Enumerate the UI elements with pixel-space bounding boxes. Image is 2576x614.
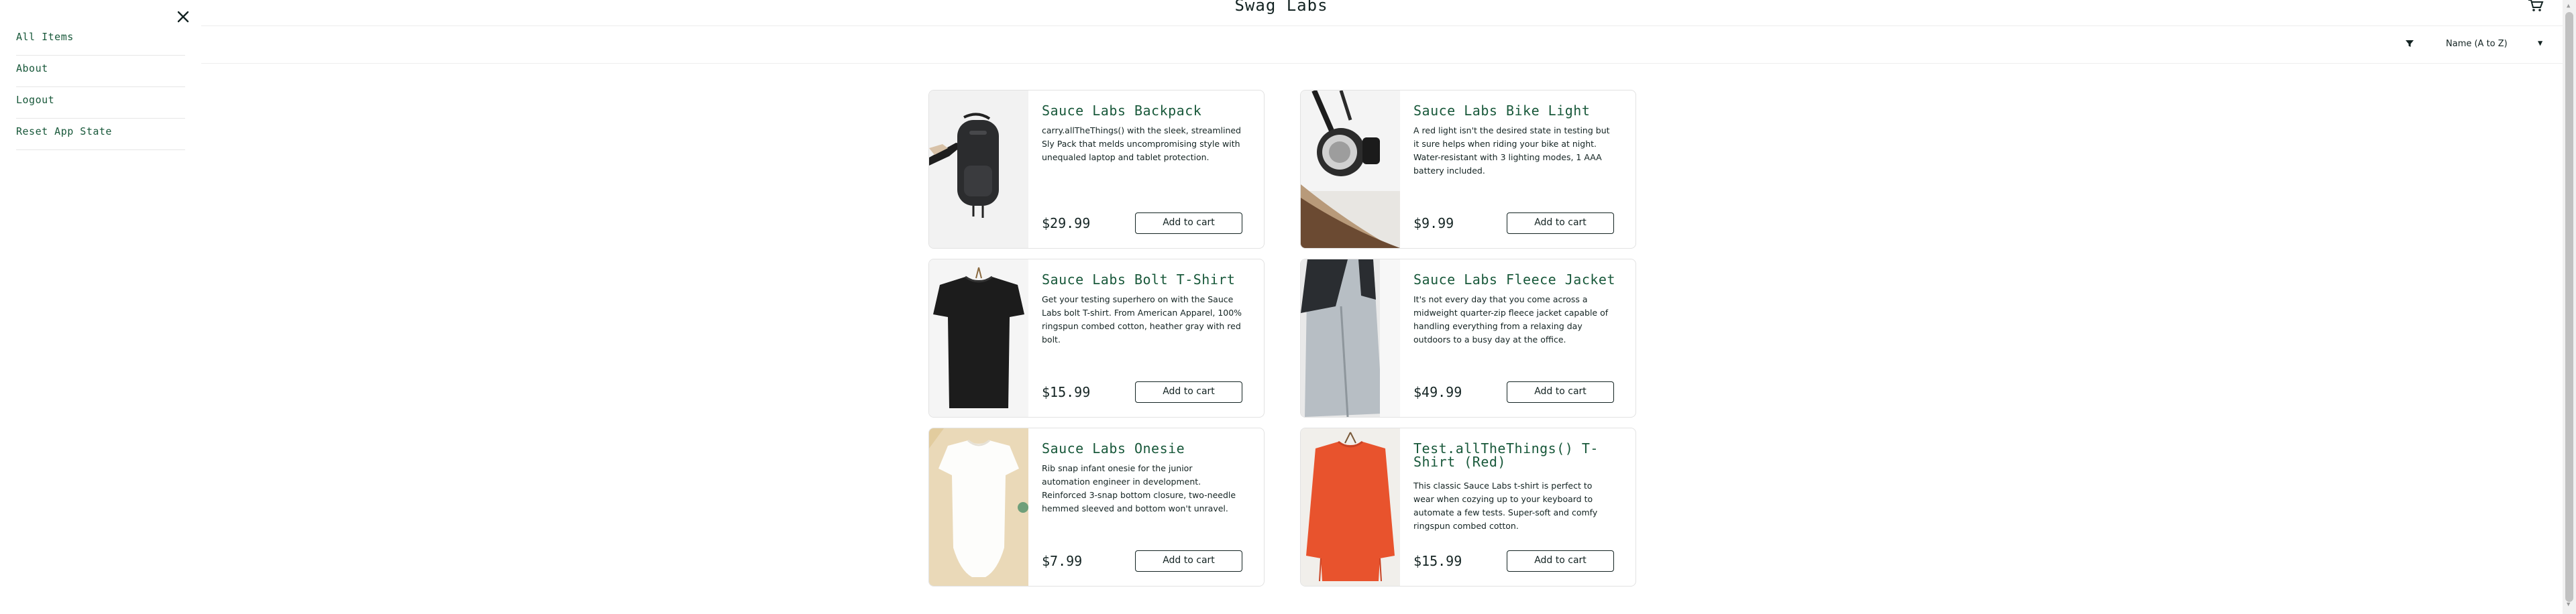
product-description: A red light isn't the desired state in t… [1413, 125, 1610, 176]
product-price: $15.99 [1042, 384, 1091, 400]
menu-item-label: Logout [16, 94, 55, 106]
close-icon [177, 11, 189, 23]
add-to-cart-button[interactable]: Add to cart [1135, 550, 1242, 572]
product-name[interactable]: Sauce Labs Backpack [1042, 104, 1256, 117]
menu-item-all-items[interactable]: All Items [16, 24, 185, 56]
close-menu-button[interactable] [176, 9, 191, 24]
primary-header: Swag Labs [0, 0, 2563, 26]
product-name[interactable]: Sauce Labs Onesie [1042, 442, 1256, 455]
inventory-item: Sauce Labs Bike Light A red light isn't … [1300, 90, 1636, 249]
product-price: $29.99 [1042, 215, 1091, 231]
product-name[interactable]: Sauce Labs Bolt T-Shirt [1042, 273, 1256, 286]
product-price: $7.99 [1042, 553, 1083, 569]
product-price: $9.99 [1413, 215, 1454, 231]
sort-selected-value: Name (A to Z) [2446, 39, 2508, 49]
product-description: carry.allTheThings() with the sleek, str… [1042, 125, 1241, 162]
side-menu: All Items About Logout Reset App State [0, 0, 201, 614]
add-to-cart-button[interactable]: Add to cart [1135, 381, 1242, 403]
menu-item-label: All Items [16, 31, 74, 43]
scroll-down-arrow-icon[interactable]: ▼ [2567, 601, 2570, 608]
secondary-header [0, 26, 2563, 64]
menu-item-reset-app-state[interactable]: Reset App State [16, 119, 185, 150]
cart-icon [2528, 0, 2544, 11]
menu-item-label: About [16, 62, 48, 74]
app-logo: Swag Labs [1234, 0, 1328, 15]
menu-item-label: Reset App State [16, 125, 112, 137]
caret-down-icon: ▼ [2538, 38, 2543, 48]
add-to-cart-button[interactable]: Add to cart [1507, 212, 1614, 234]
menu-item-logout[interactable]: Logout [16, 87, 185, 119]
product-price: $49.99 [1413, 384, 1462, 400]
inventory-item: Sauce Labs Fleece Jacket It's not every … [1300, 259, 1636, 418]
shopping-cart-link[interactable] [2528, 0, 2544, 12]
product-image-bolt-tshirt[interactable] [929, 259, 1028, 417]
product-description: Rib snap infant onesie for the junior au… [1042, 463, 1236, 513]
product-name[interactable]: Test.allTheThings() T-Shirt (Red) [1413, 442, 1615, 469]
scroll-up-arrow-icon[interactable]: ▲ [2567, 3, 2570, 9]
inventory-item: Sauce Labs Onesie Rib snap infant onesie… [928, 428, 1265, 587]
product-price: $15.99 [1413, 553, 1462, 569]
product-name[interactable]: Sauce Labs Fleece Jacket [1413, 273, 1628, 286]
product-image-onesie[interactable] [929, 428, 1028, 586]
sort-dropdown[interactable]: Name (A to Z) ▼ [2402, 34, 2549, 54]
add-to-cart-button[interactable]: Add to cart [1135, 212, 1242, 234]
product-name[interactable]: Sauce Labs Bike Light [1413, 104, 1628, 117]
product-image-backpack[interactable] [929, 90, 1028, 248]
inventory-item: Test.allTheThings() T-Shirt (Red) This c… [1300, 428, 1636, 587]
scrollbar-thumb[interactable] [2565, 12, 2573, 602]
product-description: It's not every day that you come across … [1413, 294, 1609, 345]
product-description: This classic Sauce Labs t-shirt is perfe… [1413, 481, 1598, 531]
product-image-red-tshirt[interactable] [1301, 428, 1400, 586]
filter-icon [2406, 40, 2414, 47]
inventory-item: Sauce Labs Bolt T-Shirt Get your testing… [928, 259, 1265, 418]
inventory-item: Sauce Labs Backpack carry.allTheThings()… [928, 90, 1265, 249]
add-to-cart-button[interactable]: Add to cart [1507, 381, 1614, 403]
product-description: Get your testing superhero on with the S… [1042, 294, 1242, 345]
product-image-bike-light[interactable] [1301, 90, 1400, 248]
product-image-fleece-jacket[interactable] [1301, 259, 1400, 417]
menu-item-about[interactable]: About [16, 56, 185, 87]
add-to-cart-button[interactable]: Add to cart [1507, 550, 1614, 572]
